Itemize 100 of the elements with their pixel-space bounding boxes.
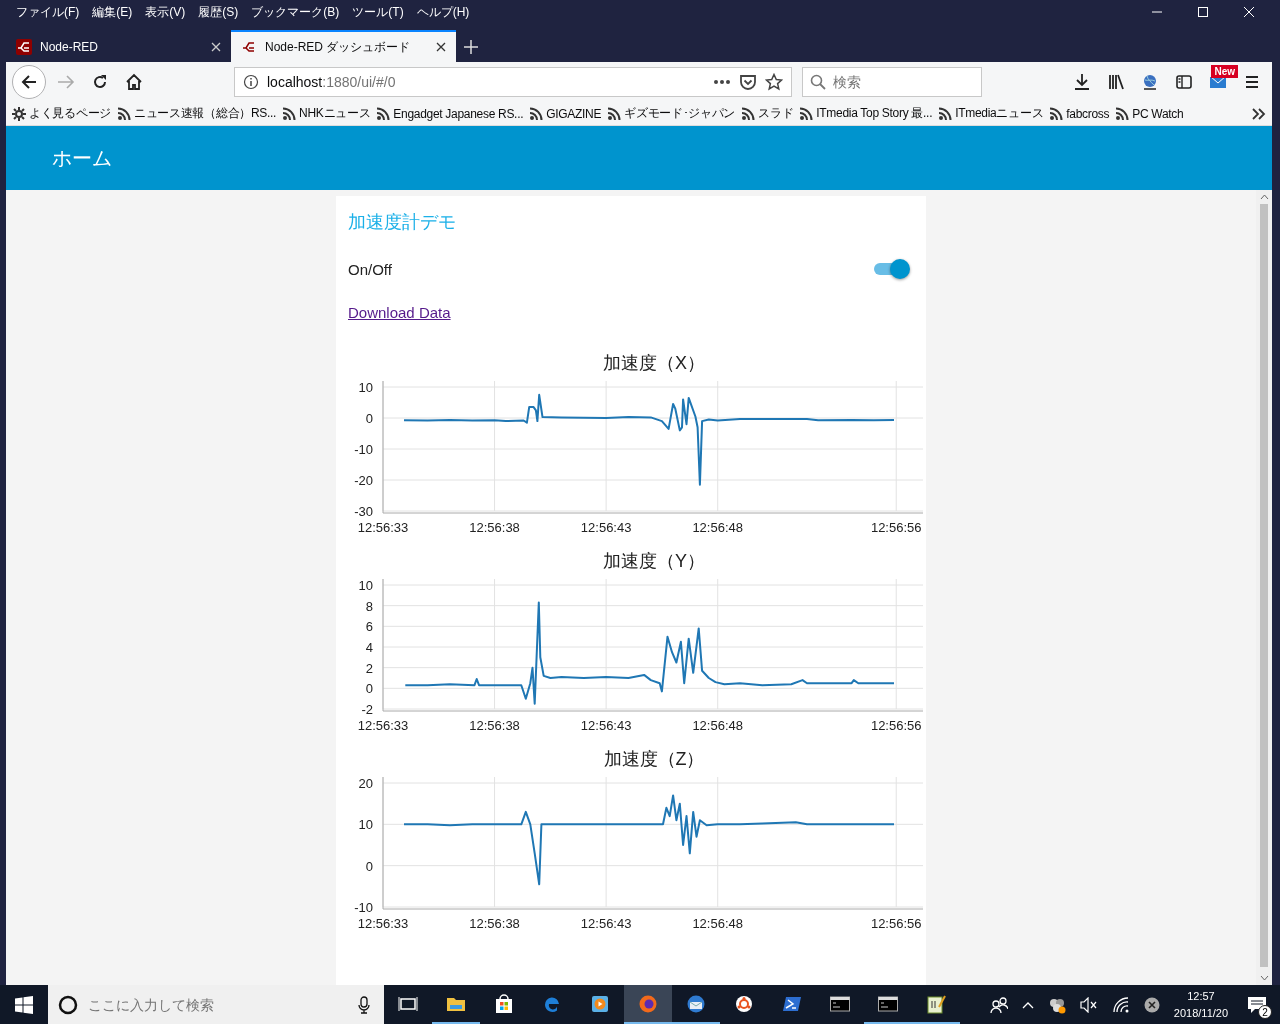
menu-item[interactable]: 履歴(S): [192, 3, 246, 21]
axis-tick-label: 12:56:56: [870, 916, 922, 931]
menu-item[interactable]: ツール(T): [346, 3, 411, 21]
axis-tick-label: -30: [354, 504, 373, 519]
search-field[interactable]: 検索: [802, 67, 982, 97]
notepad-icon: [925, 993, 946, 1014]
time-text: 12:57: [1187, 988, 1215, 1004]
info-icon: [243, 74, 259, 90]
double-chevron-icon[interactable]: [1252, 107, 1266, 120]
maximize-icon[interactable]: [1197, 6, 1209, 18]
bookmark-link[interactable]: ITmedia Top Story 最...: [799, 105, 933, 122]
axis-tick-label: 12:56:43: [580, 520, 632, 535]
menu-item[interactable]: 表示(V): [139, 3, 193, 21]
browser-tab[interactable]: Node-RED: [6, 30, 231, 62]
more-dots-icon[interactable]: [713, 79, 731, 85]
rss-feed-icon: [1115, 106, 1130, 121]
menu-icon[interactable]: [1243, 73, 1261, 91]
clock[interactable]: 12:57 2018/11/20: [1173, 987, 1229, 1022]
bookmark-link[interactable]: ギズモード･ジャパン: [607, 105, 736, 122]
date-text: 2018/11/20: [1173, 1005, 1229, 1021]
rss-feed-icon: [741, 106, 756, 121]
microphone-icon: [358, 995, 370, 1014]
wifi-icon[interactable]: [1111, 996, 1130, 1013]
bookmark-link[interactable]: よく見るページ: [12, 105, 111, 122]
axis-tick-label: 12:56:38: [469, 916, 520, 931]
terminal-icon: [829, 993, 850, 1014]
gear-icon: [12, 106, 26, 121]
chart-title: 加速度（Y）: [602, 550, 705, 573]
axis-tick-label: 0: [365, 858, 373, 874]
axis-tick-label: 20: [358, 776, 373, 791]
taskbar-button[interactable]: [623, 985, 672, 1024]
axis-tick-label: 12:56:56: [870, 520, 922, 535]
play-button-icon: [589, 993, 610, 1014]
download-link[interactable]: Download Data: [348, 304, 451, 321]
notification-icon[interactable]: [1247, 995, 1268, 1014]
people-icon[interactable]: [989, 995, 1008, 1014]
bookmark-link[interactable]: Engadget Japanese RS...: [376, 106, 524, 121]
bookmark-link[interactable]: GIGAZINE: [529, 106, 602, 121]
axis-tick-label: 12:56:33: [357, 916, 409, 931]
rss-feed-icon: [938, 106, 953, 121]
sidebar-icon[interactable]: [1175, 73, 1193, 91]
menu-item[interactable]: 編集(E): [86, 3, 140, 21]
new-badge: New: [1211, 65, 1238, 78]
menu-item[interactable]: ファイル(F): [10, 3, 87, 21]
axis-tick-label: 8: [365, 598, 373, 614]
rss-feed-icon: [607, 106, 622, 121]
axis-tick-label: -2: [361, 702, 373, 717]
menu-item[interactable]: ブックマーク(B): [245, 3, 347, 21]
scroll-down-icon: [1259, 975, 1269, 981]
reload-icon[interactable]: [91, 73, 109, 91]
globe-icon[interactable]: [1141, 73, 1159, 91]
bookmark-link[interactable]: NHKニュース: [282, 105, 371, 122]
shopping-bag-icon: [493, 993, 514, 1014]
caret-up-icon[interactable]: [1021, 1000, 1034, 1009]
axis-tick-label: 12:56:43: [580, 718, 632, 733]
terminal-icon: [877, 993, 898, 1014]
axis-tick-label: 6: [365, 619, 373, 635]
taskbar-search-field[interactable]: ここに入力して検索: [48, 985, 384, 1024]
browser-tab[interactable]: Node-RED ダッシュボード: [231, 30, 456, 62]
address-bar[interactable]: localhost:1880/ui/#/0: [234, 67, 792, 97]
home-icon[interactable]: [125, 73, 143, 91]
chart-title: 加速度（Z）: [602, 748, 705, 771]
scrollbar[interactable]: [1256, 190, 1272, 985]
rss-feed-icon: [1049, 106, 1064, 121]
speaker-muted-icon[interactable]: [1079, 996, 1098, 1013]
bookmark-link[interactable]: スラド: [741, 105, 794, 122]
axis-tick-label: 12:56:56: [870, 718, 922, 733]
plus-icon[interactable]: [464, 40, 478, 54]
axis-tick-label: 0: [365, 681, 373, 697]
group-title: 加速度計デモ: [348, 211, 457, 234]
axis-tick-label: -10: [354, 900, 373, 915]
axis-tick-label: -10: [354, 442, 373, 457]
download-icon[interactable]: [1073, 73, 1091, 91]
close-icon[interactable]: [436, 42, 446, 52]
star-icon[interactable]: [765, 73, 783, 91]
axis-tick-label: 2: [365, 660, 373, 676]
url-text: localhost:1880/ui/#/0: [267, 74, 397, 90]
cortana-circle-icon: [58, 994, 78, 1015]
rss-feed-icon: [529, 106, 544, 121]
toggle-switch[interactable]: [874, 258, 910, 280]
axis-tick-label: 10: [358, 817, 373, 833]
rss-feed-icon: [799, 106, 814, 121]
library-icon[interactable]: [1107, 73, 1125, 91]
bookmark-link[interactable]: fabcross: [1049, 106, 1110, 121]
bookmark-link[interactable]: ニュース速報（総合）RS...: [116, 105, 277, 122]
x-circle-icon[interactable]: [1143, 996, 1160, 1013]
axis-tick-label: 12:56:48: [692, 718, 743, 733]
axis-tick-label: -20: [354, 473, 373, 488]
bookmark-link[interactable]: PC Watch: [1115, 106, 1184, 121]
pocket-icon[interactable]: [739, 73, 757, 91]
axis-tick-label: 12:56:48: [692, 916, 743, 931]
flow-logo-icon: [16, 39, 32, 55]
axis-tick-label: 10: [358, 578, 373, 593]
menu-item[interactable]: ヘルプ(H): [410, 3, 477, 21]
switch-label: On/Off: [348, 260, 392, 278]
axis-tick-label: 12:56:48: [692, 520, 743, 535]
bookmark-link[interactable]: ITmediaニュース: [938, 105, 1044, 122]
axis-tick-label: 4: [365, 640, 373, 655]
back-button[interactable]: [12, 65, 46, 99]
axis-tick-label: 0: [365, 411, 373, 426]
